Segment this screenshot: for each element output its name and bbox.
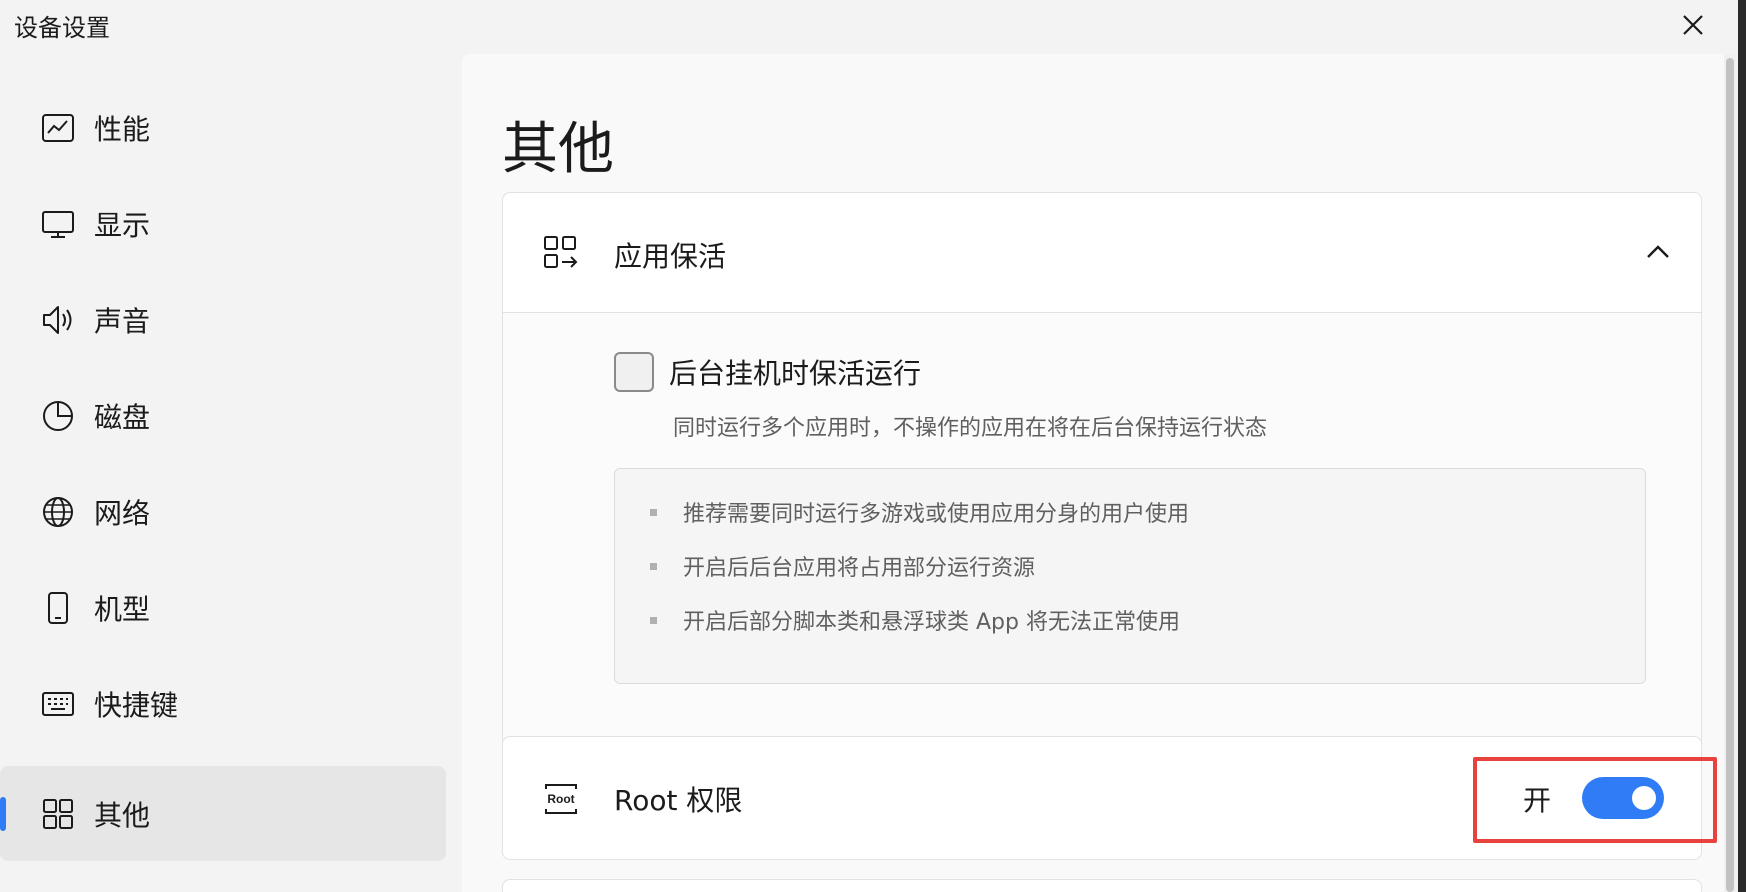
sidebar-item-label: 性能 [94,112,151,146]
tip-text: 开启后后台应用将占用部分运行资源 [683,556,1036,581]
bullet-icon [650,616,657,624]
keepalive-description: 同时运行多个应用时，不操作的应用在将在后台保持运行状态 [673,416,1268,441]
monitor-icon [38,204,78,244]
bullet-icon [650,508,657,516]
sidebar-item-other[interactable]: 其他 [0,766,446,861]
grid-icon [38,794,78,834]
tip-text: 开启后部分脚本类和悬浮球类 App 将无法正常使用 [683,610,1180,635]
root-permission-toggle[interactable] [1582,777,1664,819]
app-switch-icon [543,235,579,271]
next-setting-card [502,879,1702,892]
tip-text: 推荐需要同时运行多游戏或使用应用分身的用户使用 [683,502,1190,527]
close-icon [1683,15,1703,35]
sidebar-item-disk[interactable]: 磁盘 [0,368,446,463]
sidebar-item-label: 其他 [94,798,151,832]
sidebar-item-model[interactable]: 机型 [0,560,446,655]
scrollbar[interactable] [1724,54,1736,892]
sidebar-item-display[interactable]: 显示 [0,176,446,271]
keepalive-title: 应用保活 [614,240,727,273]
keepalive-checkbox-row[interactable]: 后台挂机时保活运行 [614,352,921,392]
sidebar-item-label: 磁盘 [94,400,151,434]
bullet-icon [650,562,657,570]
page-title: 其他 [502,117,614,182]
sidebar: 性能 显示 声音 磁盘 网络 机型 快捷键 其他 [0,54,462,892]
tips-box: 推荐需要同时运行多游戏或使用应用分身的用户使用 开启后后台应用将占用部分运行资源… [614,468,1646,684]
sidebar-item-performance[interactable]: 性能 [0,80,446,175]
sidebar-item-label: 声音 [94,304,151,338]
keepalive-header[interactable]: 应用保活 [503,193,1701,313]
phone-icon [38,588,78,628]
speaker-icon [38,300,78,340]
sidebar-item-label: 机型 [94,592,151,626]
sidebar-item-shortcuts[interactable]: 快捷键 [0,656,446,751]
keepalive-card: 应用保活 后台挂机时保活运行 同时运行多个应用时，不操作的应用在将在后台保持运行… [502,192,1702,774]
main-panel: 其他 应用保活 后台挂机时保活运行 同时运行多个应用时，不操作的应用在将在后台保… [462,54,1726,892]
keepalive-checkbox[interactable] [614,352,654,392]
tip-item: 开启后后台应用将占用部分运行资源 [650,550,1035,582]
root-permission-label: Root 权限 [614,784,743,817]
chevron-up-icon[interactable] [1643,237,1673,267]
globe-icon [38,492,78,532]
close-button[interactable] [1670,6,1716,44]
scrollbar-thumb[interactable] [1726,58,1734,892]
sidebar-item-label: 显示 [94,208,151,242]
title-bar: 设备设置 [0,0,1746,54]
active-indicator [0,797,6,831]
window-edge [1738,0,1746,892]
tip-item: 开启后部分脚本类和悬浮球类 App 将无法正常使用 [650,604,1180,636]
keyboard-icon [38,684,78,724]
tip-item: 推荐需要同时运行多游戏或使用应用分身的用户使用 [650,496,1189,528]
svg-text:Root: Root [547,792,574,806]
sidebar-item-network[interactable]: 网络 [0,464,446,559]
root-permission-card: Root Root 权限 开 [502,736,1702,860]
keepalive-checkbox-label: 后台挂机时保活运行 [669,357,922,390]
sidebar-item-label: 网络 [94,496,151,530]
toggle-state-label: 开 [1523,784,1552,817]
toggle-knob [1632,786,1656,810]
pie-chart-icon [38,396,78,436]
performance-chart-icon [38,108,78,148]
sidebar-item-label: 快捷键 [94,688,179,722]
window-title: 设备设置 [14,14,110,42]
sidebar-item-sound[interactable]: 声音 [0,272,446,367]
root-icon: Root [543,781,579,817]
